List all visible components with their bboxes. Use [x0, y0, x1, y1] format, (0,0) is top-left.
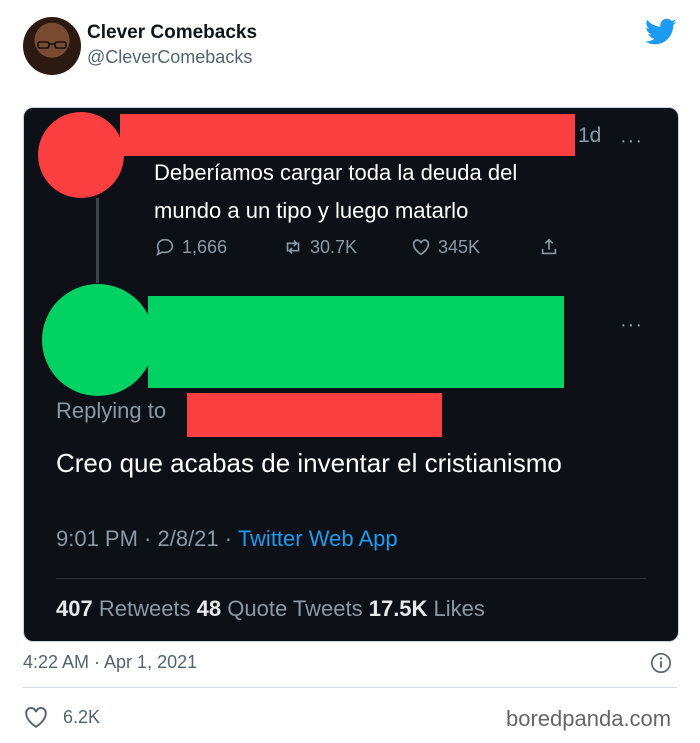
redacted-name-bar [148, 296, 564, 388]
info-icon[interactable] [650, 652, 672, 674]
more-options-icon: ··· [620, 130, 643, 152]
author-handle[interactable]: @CleverComebacks [87, 47, 252, 68]
twitter-bird-icon[interactable] [645, 18, 677, 46]
thread-line [96, 198, 99, 283]
reply-action: 1,666 [154, 236, 227, 258]
tweet-stats: 407 Retweets 48 Quote Tweets 17.5K Likes [56, 596, 485, 622]
redacted-name-bar [120, 114, 575, 156]
tweet-source-app: Twitter Web App [237, 526, 398, 551]
tweet-text-line: Deberíamos cargar toda la deuda del [154, 160, 518, 185]
tweet-timestamp[interactable]: 4:22 AM · Apr 1, 2021 [23, 652, 197, 673]
like-count: 345K [438, 236, 481, 257]
tweet-time: 9:01 PM · 2/8/21 · [56, 526, 238, 551]
like-count: 6.2K [63, 706, 101, 727]
tweet-meta: 9:01 PM · 2/8/21 · Twitter Web App [56, 526, 398, 552]
divider [56, 578, 646, 579]
tweet-age: 1d [578, 124, 602, 147]
likes-count: 17.5K [368, 596, 428, 621]
likes-label: Likes [427, 596, 485, 621]
retweet-count: 30.7K [310, 236, 358, 257]
tweet-text-line: mundo a un tipo y luego matarlo [154, 198, 469, 223]
redacted-avatar [42, 284, 154, 396]
redacted-avatar [38, 112, 124, 198]
replying-to-label: Replying to [56, 398, 167, 423]
embedded-screenshot: 1d ··· Deberíamos cargar toda la deuda d… [23, 107, 679, 642]
retweet-icon [286, 239, 300, 255]
like-button[interactable]: 6.2K [23, 705, 100, 729]
author-name[interactable]: Clever Comebacks [87, 22, 257, 44]
quote-tweets-label: Quote Tweets [221, 596, 369, 621]
heart-icon [412, 239, 430, 256]
retweet-action: 30.7K [282, 236, 357, 258]
more-options-icon: ··· [620, 314, 643, 336]
reply-tweet-text: Creo que acabas de inventar el cristiani… [56, 448, 562, 478]
original-tweet-text: Deberíamos cargar toda la deuda del mund… [154, 154, 634, 230]
watermark: boredpanda.com [506, 706, 672, 731]
retweets-count: 407 [56, 596, 93, 621]
author-avatar[interactable] [23, 17, 81, 75]
share-icon [541, 238, 557, 255]
quote-tweets-count: 48 [196, 596, 222, 621]
reply-icon [156, 238, 174, 256]
reply-count: 1,666 [182, 236, 228, 257]
retweets-label: Retweets [92, 596, 197, 621]
redacted-handle [187, 393, 442, 437]
like-action: 345K [410, 236, 480, 258]
footer-divider [23, 687, 677, 688]
share-action [538, 236, 560, 258]
glasses-icon [37, 41, 67, 49]
heart-icon[interactable] [23, 705, 49, 729]
